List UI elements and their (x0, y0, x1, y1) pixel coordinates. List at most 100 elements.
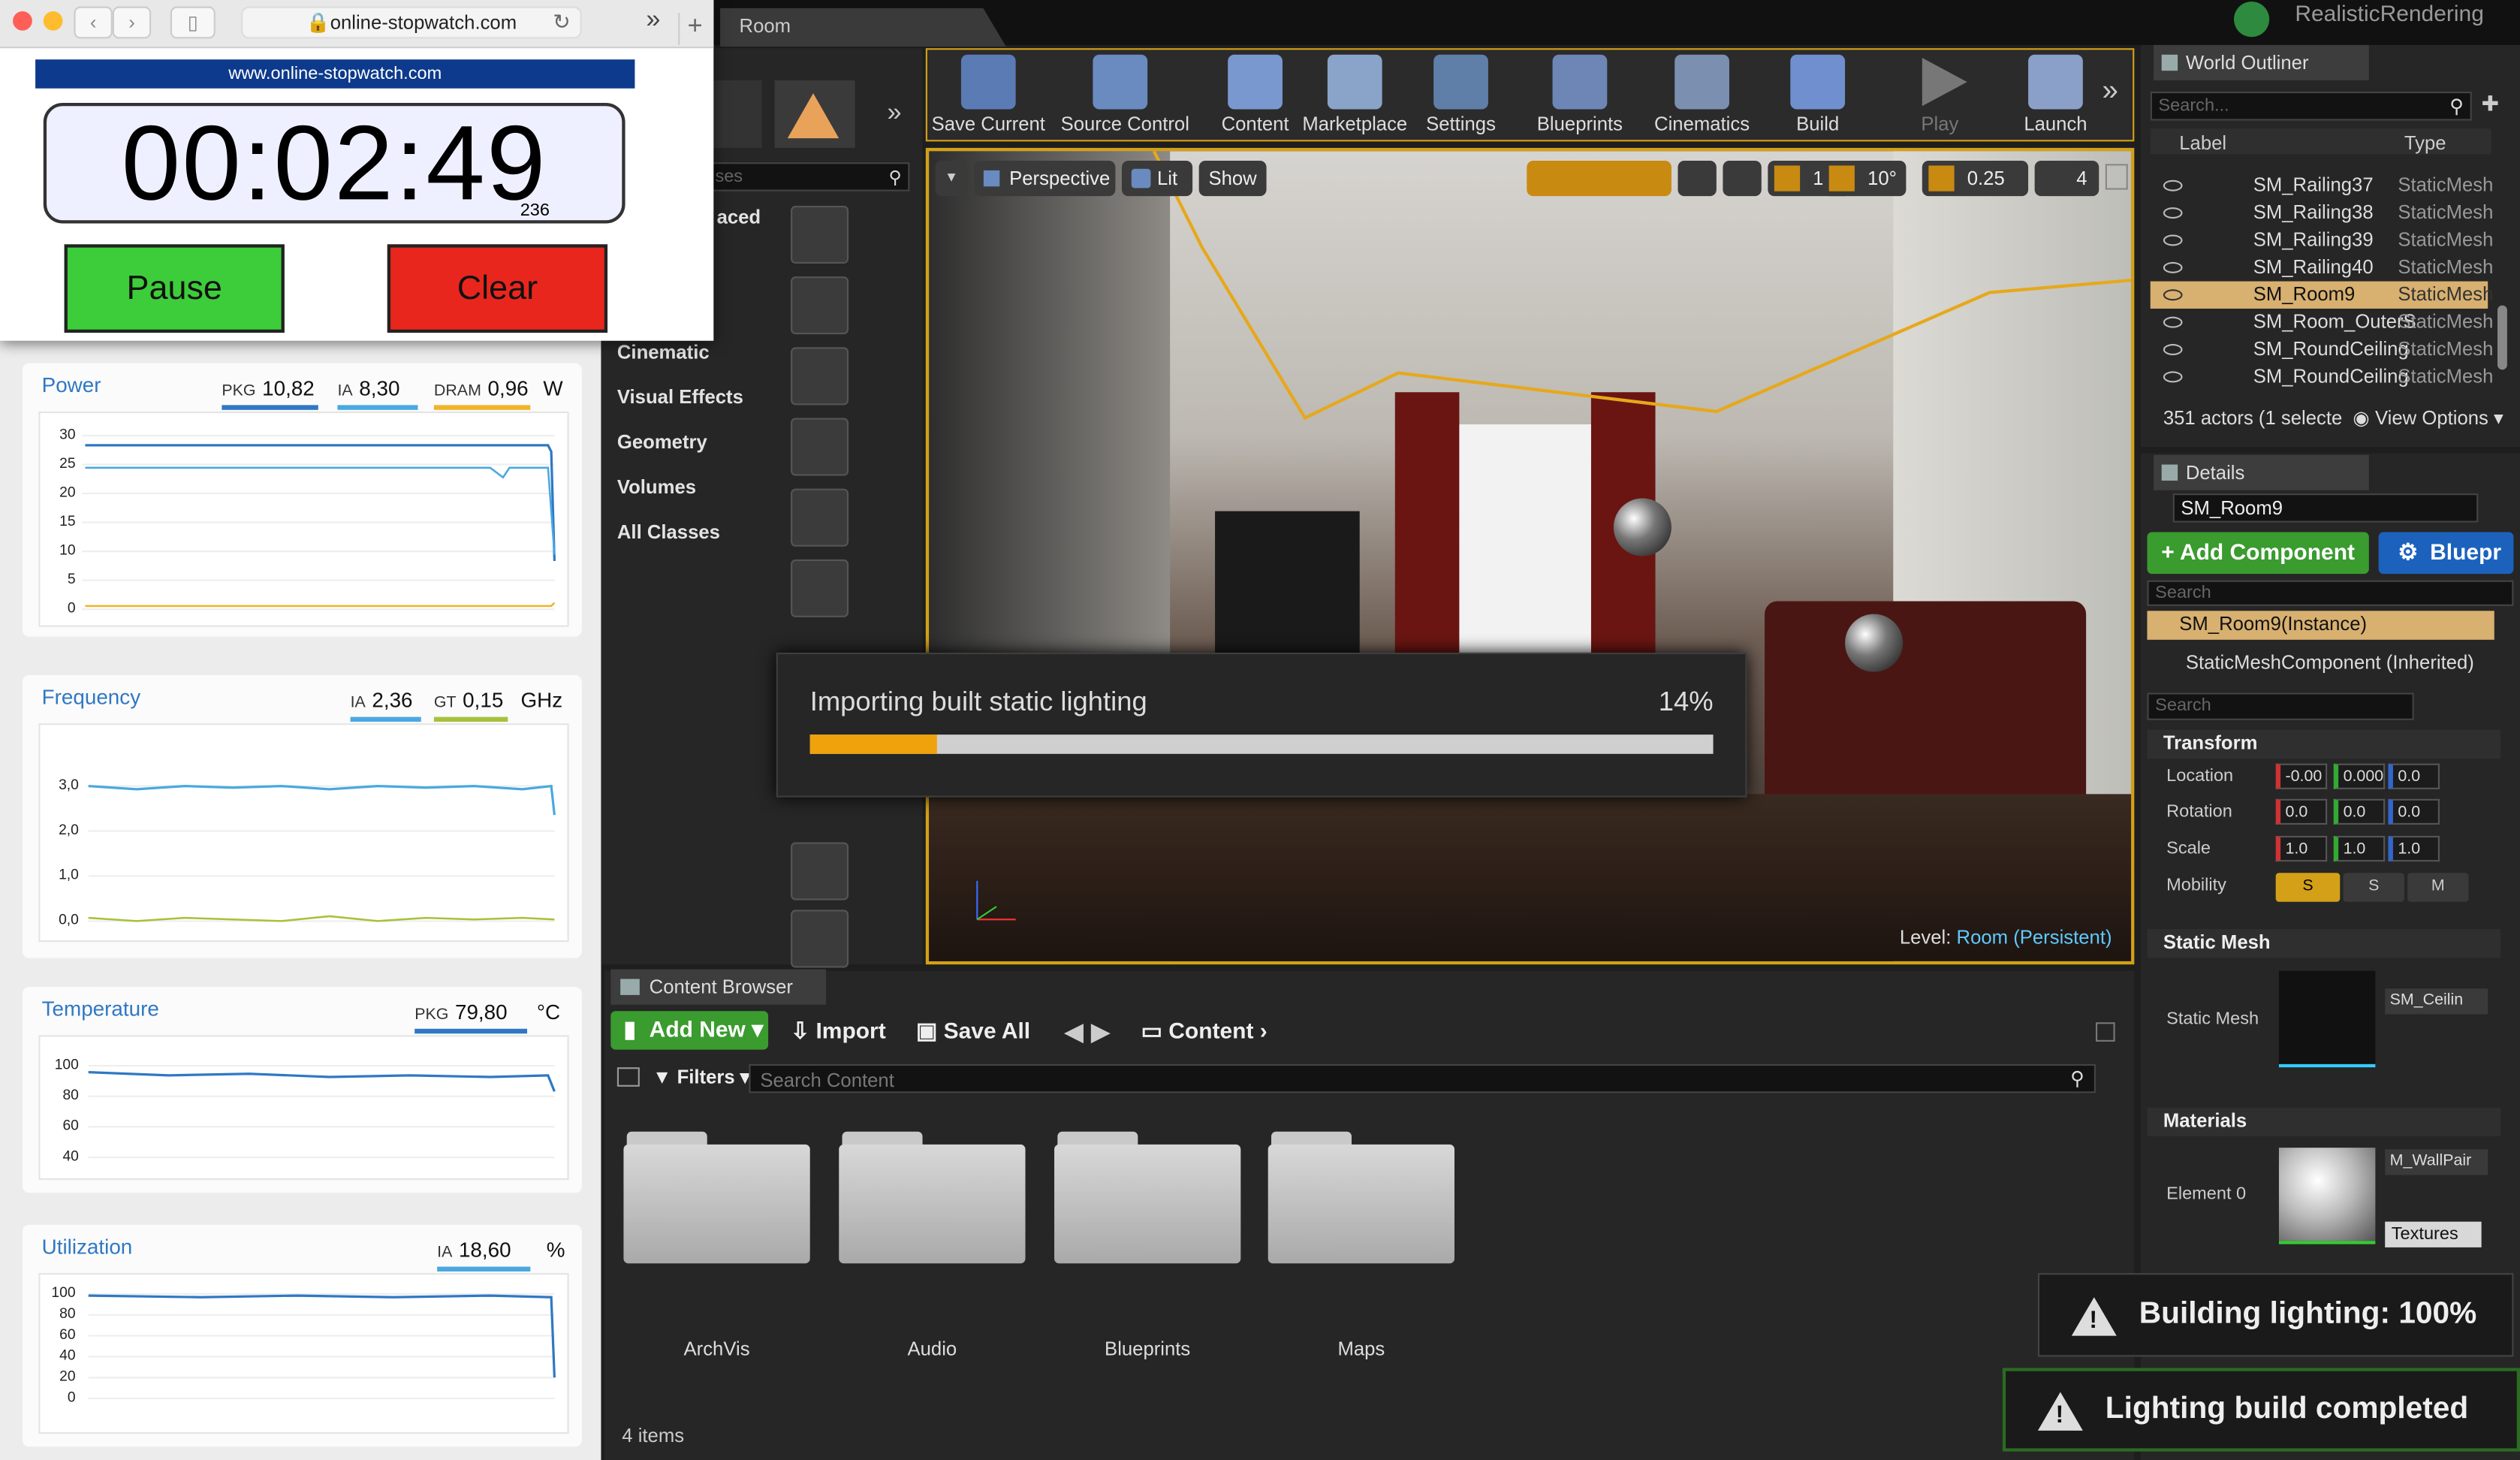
minimize-window-icon[interactable] (43, 11, 63, 31)
source-control-button[interactable]: Source Control (1061, 48, 1189, 138)
sidebar-icon[interactable]: ▯ (170, 6, 216, 39)
view-options-button[interactable]: ◉ View Options ▾ (2353, 406, 2503, 429)
more-modes-icon[interactable]: » (887, 100, 901, 129)
folder-blueprints[interactable] (1054, 1125, 1241, 1264)
path-content[interactable]: Content (1168, 1018, 1253, 1043)
new-tab-icon[interactable]: + (678, 13, 710, 45)
mode-item-volumes[interactable]: Volumes (604, 469, 797, 505)
component-instance-row[interactable]: SM_Room9(Instance) (2147, 611, 2494, 640)
more-toolbar-icon[interactable]: » (2103, 74, 2118, 107)
path-breadcrumb[interactable]: ▭ Content › (1141, 1018, 1268, 1045)
modes-search[interactable]: ses ⚲ (707, 162, 910, 192)
maximize-viewport-icon[interactable] (2105, 164, 2128, 190)
list-item[interactable]: SM_Railing39 StaticMesh (2151, 227, 2493, 254)
col-label[interactable]: Label (2179, 132, 2226, 155)
landscape-mode-icon[interactable] (774, 80, 855, 148)
static-mesh-combo[interactable]: SM_Ceilin (2385, 988, 2488, 1015)
save-current-button[interactable]: Save Current (929, 48, 1047, 138)
surface-snap-icon[interactable] (1723, 161, 1762, 197)
lit-button[interactable]: Lit (1121, 161, 1193, 197)
character-thumb-icon[interactable] (791, 276, 849, 335)
scale-y[interactable]: 1.0 (2333, 835, 2386, 862)
forward-icon[interactable]: ▶ (1091, 1019, 1111, 1046)
static-mesh-thumbnail[interactable] (2278, 970, 2376, 1068)
details-tab[interactable]: Details (2154, 454, 2369, 490)
settings-button[interactable]: Settings (1401, 48, 1520, 138)
level-viewport[interactable]: ▾ Perspective Lit Show 10 10° 0.25 4 Lev… (925, 147, 2135, 965)
filters-button[interactable]: ▼ Filters ▾ (653, 1066, 750, 1088)
world-outliner-tab[interactable]: World Outliner (2154, 44, 2369, 81)
clear-button[interactable]: Clear (387, 244, 608, 333)
save-all-button[interactable]: ▣ Save All (916, 1018, 1030, 1045)
build-button[interactable]: Build (1758, 48, 1876, 138)
static-mesh-header[interactable]: Static Mesh (2147, 929, 2501, 958)
component-row[interactable]: StaticMeshComponent (Inherited) (2163, 651, 2474, 674)
rotation-y[interactable]: 0.0 (2333, 798, 2386, 825)
add-component-button[interactable]: + Add Component (2147, 532, 2369, 575)
list-item[interactable]: SM_Room_OuterS StaticMesh (2151, 309, 2493, 336)
mode-item-geometry[interactable]: Geometry (604, 424, 797, 460)
light-thumb-icon[interactable] (791, 418, 849, 476)
components-search[interactable]: Search (2147, 580, 2514, 606)
history-nav[interactable]: ◀ ▶ (1064, 1016, 1111, 1048)
scale-x[interactable]: 1.0 (2275, 835, 2328, 862)
blueprints-button[interactable]: Blueprints (1521, 48, 1639, 138)
mobility-stationary[interactable]: S (2343, 873, 2404, 902)
camera-speed[interactable]: 4 (2034, 161, 2099, 197)
material-thumbnail[interactable] (2278, 1148, 2376, 1244)
folder-archvis[interactable] (623, 1125, 810, 1264)
close-window-icon[interactable] (13, 11, 32, 31)
eye-icon[interactable] (2163, 179, 2183, 192)
sources-toggle-icon[interactable] (616, 1067, 640, 1087)
plane-thumb-icon[interactable] (791, 842, 849, 900)
back-icon[interactable]: ‹ (74, 6, 113, 39)
show-button[interactable]: Show (1198, 161, 1267, 197)
sphere-thumb-icon[interactable] (791, 205, 849, 264)
address-bar[interactable]: 🔒online-stopwatch.com (241, 6, 582, 39)
scale-z[interactable]: 1.0 (2388, 835, 2440, 862)
col-type[interactable]: Type (2404, 132, 2446, 155)
mode-item-all-classes[interactable]: All Classes (604, 514, 797, 550)
eye-icon[interactable] (2163, 207, 2183, 219)
scale-snap[interactable]: 0.25 (1922, 161, 2029, 197)
eye-icon[interactable] (2163, 261, 2183, 273)
box-trigger-thumb-icon[interactable] (791, 909, 849, 968)
forward-icon[interactable]: › (112, 6, 152, 39)
pawn-thumb-icon[interactable] (791, 347, 849, 406)
add-new-button[interactable]: ▮ Add New ▾ (610, 1011, 769, 1050)
level-tab[interactable]: Room (719, 8, 1006, 47)
list-item-selected[interactable]: SM_Room9 StaticMesh (2150, 281, 2493, 309)
reload-icon[interactable]: ↻ (553, 10, 570, 35)
cinematics-button[interactable]: Cinematics (1642, 48, 1761, 138)
player-start-thumb-icon[interactable] (791, 488, 849, 547)
content-browser-tab[interactable]: Content Browser (610, 969, 827, 1005)
viewport-options-dropdown[interactable]: ▾ (935, 161, 968, 197)
mode-item-visual-effects[interactable]: Visual Effects (604, 379, 797, 415)
list-item[interactable]: SM_RoundCeiling StaticMesh (2151, 363, 2493, 391)
eye-icon[interactable] (2163, 289, 2183, 301)
textures-dropdown[interactable]: Textures (2385, 1221, 2482, 1247)
list-item[interactable]: SM_RoundCeiling StaticMesh (2151, 336, 2493, 363)
site-banner[interactable]: www.online-stopwatch.com (35, 59, 635, 89)
back-icon[interactable]: ◀ (1064, 1019, 1084, 1046)
eye-icon[interactable] (2163, 234, 2183, 246)
add-actor-icon[interactable]: ✚ (2482, 92, 2507, 117)
perspective-button[interactable]: Perspective (974, 161, 1116, 197)
rotation-snap[interactable]: 10° (1822, 161, 1907, 197)
list-item[interactable]: SM_Railing40 StaticMesh (2151, 254, 2493, 281)
folder-maps[interactable] (1268, 1125, 1454, 1264)
actor-name-field[interactable]: SM_Room9 (2172, 493, 2479, 523)
location-x[interactable]: -0.00 (2275, 763, 2328, 789)
mobility-movable[interactable]: M (2407, 873, 2469, 902)
pause-button[interactable]: Pause (64, 244, 285, 333)
eye-icon[interactable] (2163, 371, 2183, 383)
eye-icon[interactable] (2163, 316, 2183, 328)
rotation-x[interactable]: 0.0 (2275, 798, 2328, 825)
play-button[interactable]: Play (1880, 48, 1999, 138)
material-combo[interactable]: M_WallPair (2385, 1149, 2488, 1175)
eye-icon[interactable] (2163, 344, 2183, 356)
outliner-scrollbar[interactable] (2497, 305, 2507, 370)
chevron-right-icon[interactable]: › (1260, 1018, 1268, 1043)
content-search[interactable]: Search Content ⚲ (749, 1063, 2096, 1093)
folder-audio[interactable] (839, 1125, 1026, 1264)
